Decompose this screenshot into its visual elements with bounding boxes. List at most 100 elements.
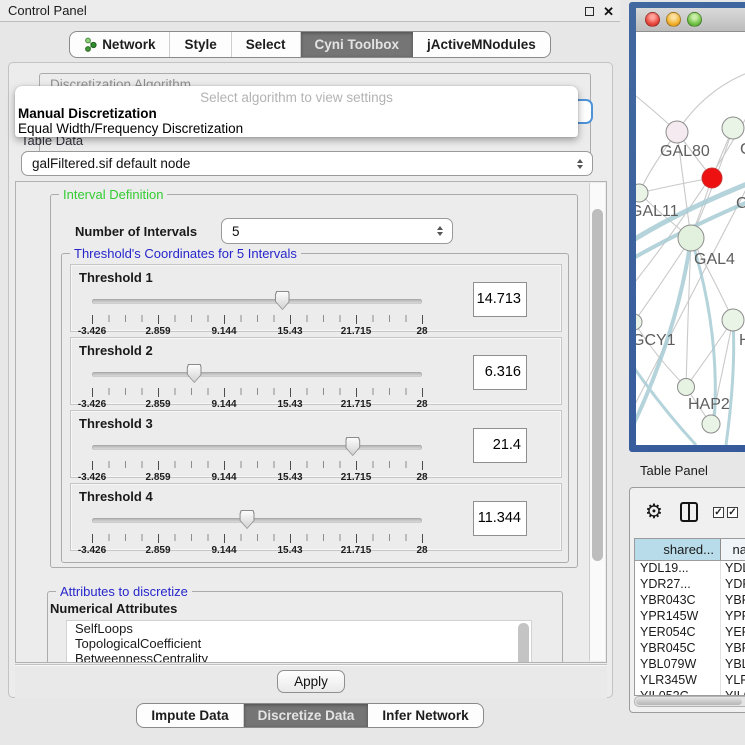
close-traffic-light-icon[interactable] — [645, 12, 660, 27]
menu-item-manual-discretization[interactable]: Manual Discretization — [18, 106, 157, 121]
threshold-value-field[interactable]: 11.344 — [473, 501, 527, 536]
tab-label: Impute Data — [151, 708, 228, 723]
list-item[interactable]: BetweennessCentrality — [67, 651, 531, 663]
threshold-value-field[interactable]: 21.4 — [473, 428, 527, 463]
tab-select[interactable]: Select — [232, 32, 301, 57]
threshold-value-field[interactable]: 14.713 — [473, 282, 527, 317]
network-node[interactable] — [678, 225, 704, 251]
apply-button[interactable]: Apply — [277, 670, 345, 693]
column-header-name[interactable]: na — [721, 539, 745, 560]
slider-track[interactable] — [92, 445, 422, 450]
network-canvas[interactable]: GAL80GACGAL11GAL4GCY1HHAP2 — [636, 32, 745, 445]
cell[interactable]: YBR0 — [721, 593, 745, 609]
number-of-intervals-combobox[interactable]: 5 — [221, 218, 453, 244]
gear-icon[interactable]: ⚙ — [645, 502, 663, 522]
list-item[interactable]: SelfLoops — [67, 621, 531, 636]
cell[interactable]: YDL19... — [635, 561, 721, 577]
table-row[interactable]: YDR27...YDR2 — [635, 577, 745, 593]
panel-scrollbar[interactable] — [589, 183, 605, 661]
minimize-traffic-light-icon[interactable] — [666, 12, 681, 27]
network-node[interactable] — [666, 121, 688, 143]
network-node[interactable] — [722, 117, 744, 139]
cell[interactable]: YBR045C — [635, 641, 721, 657]
checkbox-icon[interactable]: ✓ — [713, 507, 724, 518]
tab-network[interactable]: Network — [70, 32, 170, 57]
network-node[interactable] — [678, 379, 695, 396]
tick-label: -3.426 — [78, 326, 106, 337]
table-row[interactable]: YER054CYER0 — [635, 625, 745, 641]
cell[interactable]: YBR043C — [635, 593, 721, 609]
tick-label: 21.715 — [341, 399, 372, 410]
table-row[interactable]: YPR145WYPR1 — [635, 609, 745, 625]
tab-discretize-data[interactable]: Discretize Data — [244, 704, 369, 727]
slider-track[interactable] — [92, 372, 422, 377]
threshold-label: Threshold 4 — [79, 489, 153, 504]
network-node[interactable] — [636, 314, 642, 330]
network-node-label: GAL4 — [694, 251, 735, 268]
tick-label: -3.426 — [78, 545, 106, 556]
tick-label: 15.43 — [277, 472, 302, 483]
major-tick-mark — [224, 388, 225, 397]
panel-title: Control Panel — [8, 3, 87, 18]
table-row[interactable]: YBR045CYBR0 — [635, 641, 745, 657]
tick-label: 9.144 — [211, 472, 236, 483]
network-node[interactable] — [702, 415, 720, 433]
close-icon[interactable]: ✕ — [603, 5, 614, 18]
settings-scroll-area: Interval Definition Number of Intervals … — [15, 181, 607, 663]
columns-icon[interactable] — [680, 502, 698, 522]
table-row[interactable]: YBL079WYBL0 — [635, 657, 745, 673]
slider-thumb[interactable] — [187, 364, 202, 383]
tab-impute-data[interactable]: Impute Data — [137, 704, 243, 727]
tab-cyni-toolbox[interactable]: Cyni Toolbox — [301, 32, 414, 57]
cell[interactable]: YDR27... — [635, 577, 721, 593]
table-row[interactable]: YIL052CYIL0 — [635, 689, 745, 696]
tick-label: 28 — [416, 326, 427, 337]
list-scrollbar-thumb[interactable] — [518, 623, 529, 663]
threshold-value-field[interactable]: 6.316 — [473, 355, 527, 390]
list-item[interactable]: TopologicalCoefficient — [67, 636, 531, 651]
table-row[interactable]: YLR345WYLR3 — [635, 673, 745, 689]
major-tick-mark — [422, 534, 423, 543]
cell[interactable]: YPR145W — [635, 609, 721, 625]
table-horizontal-scrollbar-thumb[interactable] — [636, 698, 742, 705]
checkbox-icon[interactable]: ✓ — [727, 507, 738, 518]
stepper-icon — [577, 159, 583, 169]
tab-label: Style — [184, 37, 216, 52]
cell[interactable]: YDR2 — [721, 577, 745, 593]
cell[interactable]: YBL079W — [635, 657, 721, 673]
slider-track[interactable] — [92, 299, 422, 304]
cell[interactable]: YER0 — [721, 625, 745, 641]
column-header-shared-name[interactable]: shared... — [635, 539, 721, 560]
network-node[interactable] — [702, 168, 722, 188]
float-window-icon[interactable] — [585, 7, 594, 16]
slider-thumb[interactable] — [240, 510, 255, 529]
slider-scale: -3.4262.8599.14415.4321.71528 — [92, 534, 422, 564]
table-row[interactable]: YDL19...YDL1 — [635, 561, 745, 577]
cell[interactable]: YBR0 — [721, 641, 745, 657]
panel-scrollbar-thumb[interactable] — [592, 209, 603, 561]
threshold-coordinates-label: Threshold's Coordinates for 5 Intervals — [70, 246, 301, 261]
cell[interactable]: YER054C — [635, 625, 721, 641]
tab-infer-network[interactable]: Infer Network — [368, 704, 482, 727]
tab-style[interactable]: Style — [170, 32, 231, 57]
cell[interactable]: YPR1 — [721, 609, 745, 625]
table-row[interactable]: YBR043CYBR0 — [635, 593, 745, 609]
cell[interactable]: YIL0 — [721, 689, 745, 696]
cell[interactable]: YBL0 — [721, 657, 745, 673]
cell[interactable]: YLR345W — [635, 673, 721, 689]
network-view-window: GAL80GACGAL11GAL4GCY1HHAP2 — [629, 2, 745, 452]
slider-thumb[interactable] — [345, 437, 360, 456]
major-tick-mark — [290, 534, 291, 543]
zoom-traffic-light-icon[interactable] — [687, 12, 702, 27]
menu-item-equal-width-frequency[interactable]: Equal Width/Frequency Discretization — [18, 121, 243, 136]
cell[interactable]: YLR3 — [721, 673, 745, 689]
table-data-combobox[interactable]: galFiltered.sif default node — [21, 151, 593, 176]
network-node[interactable] — [722, 309, 744, 331]
slider-thumb[interactable] — [275, 291, 290, 310]
slider-track[interactable] — [92, 518, 422, 523]
tab-jactivemnodules[interactable]: jActiveMNodules — [413, 32, 550, 57]
table-horizontal-scrollbar[interactable] — [634, 696, 745, 707]
major-tick-mark — [92, 461, 93, 470]
cell[interactable]: YDL1 — [721, 561, 745, 577]
cell[interactable]: YIL052C — [635, 689, 721, 696]
